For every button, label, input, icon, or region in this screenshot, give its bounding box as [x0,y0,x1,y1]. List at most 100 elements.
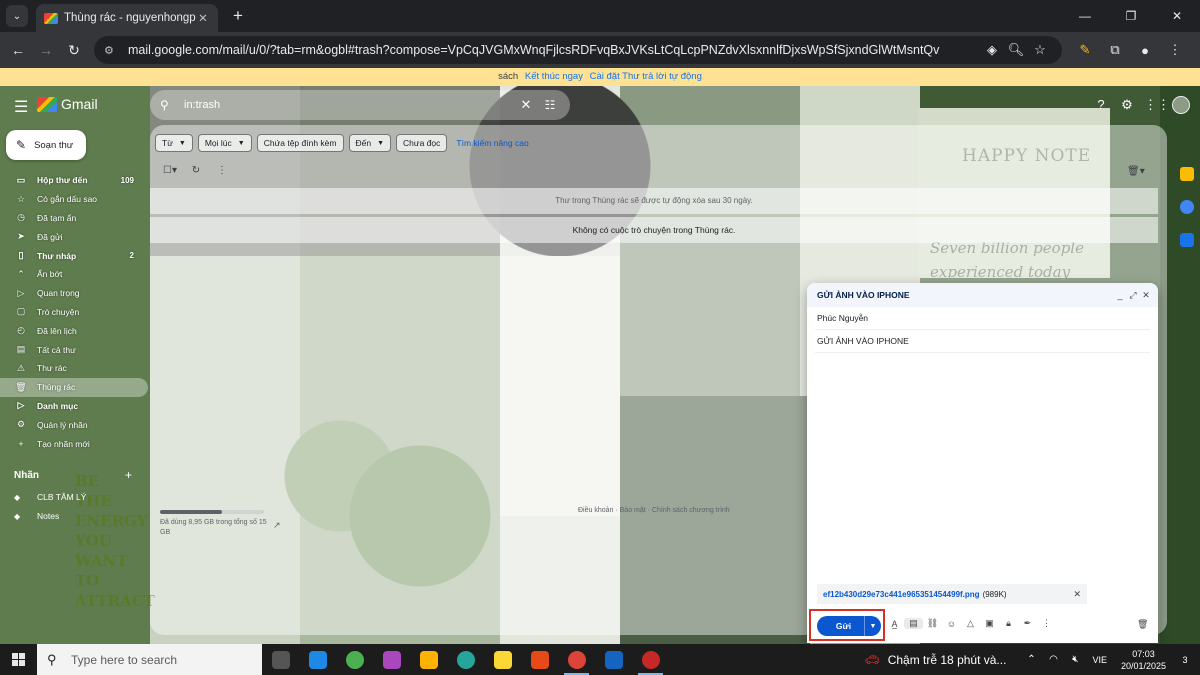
minimize-compose-icon[interactable]: _ [1114,290,1126,300]
help-icon[interactable]: ? [1092,97,1110,112]
end-now-link[interactable]: Kết thúc ngay [525,71,583,82]
label-item[interactable]: ◆ Notes [14,511,59,521]
text-color-icon[interactable]: A̲ [885,619,904,629]
sidebar-item[interactable]: ☆ Có gắn dấu sao [0,190,150,209]
search-options-icon[interactable]: ☷ [540,98,560,112]
taskbar-clock[interactable]: 07:03 20/01/2025 [1121,648,1166,672]
tasks-icon[interactable] [1180,200,1194,214]
close-window-icon[interactable]: ✕ [1154,0,1200,32]
gmail-logo[interactable]: Gmail [37,96,98,112]
refresh-icon[interactable]: ↻ [186,165,206,176]
reload-icon[interactable]: ↻ [60,42,88,59]
news-widget[interactable]: 🚗︎ Chậm trễ 18 phút và... [864,653,1006,667]
more-compose-options-icon[interactable]: ⋮ [1037,618,1056,629]
discard-draft-icon[interactable]: 🗑︎ [1137,619,1148,630]
more-options-icon[interactable]: ⋮ [212,165,232,176]
recipients-field[interactable]: Phúc Nguyễn [815,307,1150,330]
sidebar-item[interactable]: ⚙ Quản lý nhãn [0,415,150,434]
sidebar-item[interactable]: ◷ Đã tạm ẩn [0,209,150,228]
close-compose-icon[interactable]: ✕ [1140,290,1152,301]
browser-tab[interactable]: Thùng rác - nguyenhongphuc2 ✕ [36,4,218,32]
tab-close-icon[interactable]: ✕ [196,11,210,25]
photos-app-icon[interactable] [595,644,632,675]
chrome-window-icon[interactable] [632,644,669,675]
notification-center-icon[interactable]: 3 [1174,650,1196,670]
sidebar-item[interactable]: + Tạo nhãn mới [0,434,150,453]
filter-unread-chip[interactable]: Chưa đọc [396,134,448,152]
network-icon[interactable]: ◠ [1042,654,1064,665]
volume-mute-icon[interactable]: 🔇︎ [1064,654,1086,665]
edge-app-icon[interactable] [447,644,484,675]
filter-attachment-chip[interactable]: Chứa tệp đính kèm [256,134,344,152]
sidebar-item[interactable]: 🗑︎ Thùng rác [0,377,148,397]
insert-link-icon[interactable]: ⛓ [923,618,942,629]
extensions-puzzle-icon[interactable]: ⧉ [1100,42,1130,58]
filter-from-chip[interactable]: Từ ▼ [155,134,193,152]
select-all-checkbox[interactable]: ☐▾ [160,165,180,176]
sidebar-item[interactable]: ▷ Quan trọng [0,284,150,303]
zoom-icon[interactable]: 🔍︎ [1004,42,1028,58]
bookmark-star-icon[interactable]: ☆ [1028,42,1052,58]
attachment-filename[interactable]: ef12b430d29e73c441e965351454499f.png [823,590,980,599]
account-avatar[interactable] [1172,96,1190,114]
sidebar-item[interactable]: ◴ Đã lên lịch [0,321,150,340]
sidebar-item[interactable]: ▷ Danh mục [0,397,150,416]
minimize-icon[interactable]: — [1062,0,1108,32]
maximize-icon[interactable]: ❐ [1108,0,1154,32]
compose-button[interactable]: ✎ Soạn thư [6,130,86,160]
sidebar-item[interactable]: ⌃ Ẩn bớt [0,265,150,284]
forward-icon[interactable]: → [32,42,60,58]
label-item[interactable]: ◆ CLB TÂM LÝ [14,492,86,502]
new-tab-button[interactable]: + [228,6,248,26]
filter-time-chip[interactable]: Mọi lúc ▼ [197,134,252,152]
profile-icon[interactable]: ● [1130,43,1160,58]
office-app-icon[interactable] [521,644,558,675]
remove-attachment-icon[interactable]: ✕ [1073,589,1081,600]
emoji-icon[interactable]: ☺ [942,619,961,629]
advanced-search-link[interactable]: Tìm kiếm nâng cao [456,138,528,148]
clear-search-icon[interactable]: ✕ [516,97,536,113]
taskbar-search-box[interactable]: ⚲ Type here to search [37,644,262,675]
extension-highlighter-icon[interactable]: ✎ [1070,42,1100,58]
address-bar[interactable]: ⚙ mail.google.com/mail/u/0/?tab=rm&ogbl#… [94,36,1062,64]
chrome-app-icon[interactable] [336,644,373,675]
footer-links[interactable]: Điều khoản · Bảo mật · Chính sách chương… [578,507,730,514]
store-app-icon[interactable] [410,644,447,675]
keep-icon[interactable] [1180,167,1194,181]
show-hidden-icons-chevron-icon[interactable]: ⌃ [1020,654,1042,665]
sidebar-item[interactable]: ▢ Trò chuyện [0,303,150,322]
add-label-icon[interactable]: + [125,468,132,482]
compose-header[interactable]: GỬI ẢNH VÀO IPHONE _ ⤢ ✕ [807,283,1158,307]
filter-to-chip[interactable]: Đến ▼ [348,134,392,152]
mail-search-bar[interactable]: ⚲ in:trash ✕ ☷ [150,90,570,120]
drive-icon[interactable]: △ [961,618,980,629]
copilot-app-icon[interactable] [373,644,410,675]
open-external-icon[interactable]: ↗ [273,520,281,531]
send-button[interactable]: Gửi ▼ [817,616,881,636]
formatting-options-icon[interactable]: ▤ [904,618,923,629]
task-view-icon[interactable] [262,644,299,675]
chrome-running-icon[interactable] [558,644,595,675]
search-icon[interactable]: ⚲ [160,98,178,112]
settings-gear-icon[interactable]: ⚙ [1118,97,1136,113]
install-app-icon[interactable]: ◈ [980,42,1004,58]
attachment-chip[interactable]: ef12b430d29e73c441e965351454499f.png (98… [817,584,1087,604]
file-explorer-icon[interactable] [484,644,521,675]
apps-grid-icon[interactable]: ⋮⋮ [1144,97,1170,113]
mail-app-icon[interactable] [299,644,336,675]
main-menu-icon[interactable]: ☰ [14,97,28,117]
confidential-lock-icon[interactable]: 🔒︎ [999,618,1018,629]
site-info-icon[interactable]: ⚙ [104,44,122,57]
sidebar-item[interactable]: ▤ Tất cả thư [0,340,150,359]
vacation-settings-link[interactable]: Cài đặt Thư trả lời tự động [590,71,702,82]
insert-photo-icon[interactable]: ▣ [980,618,999,629]
input-language[interactable]: VIE [1092,655,1107,665]
sidebar-item[interactable]: ▭ Hộp thư đến 109 [0,171,150,190]
subject-field[interactable]: GỬI ẢNH VÀO IPHONE [815,330,1150,353]
fullscreen-compose-icon[interactable]: ⤢ [1127,290,1139,301]
url-text[interactable]: mail.google.com/mail/u/0/?tab=rm&ogbl#tr… [128,43,980,57]
tab-search-button[interactable]: ⌄ [6,5,28,27]
sidebar-item[interactable]: ▯ Thư nháp 2 [0,246,150,265]
contacts-icon[interactable] [1180,233,1194,247]
sidebar-item[interactable]: ➤ Đã gửi [0,227,150,246]
